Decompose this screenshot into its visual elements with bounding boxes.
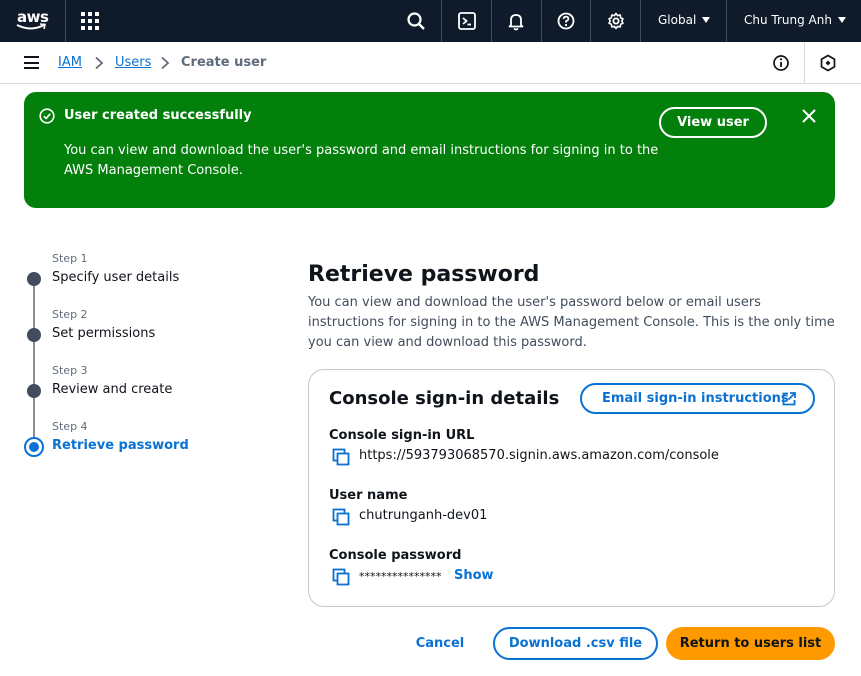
cancel-button[interactable]: Cancel <box>408 628 472 659</box>
email-signin-instructions-button[interactable]: Email sign-in instructions <box>580 383 815 414</box>
account-menu[interactable]: Chu Trung Anh <box>744 13 846 27</box>
step-3-number: Step 3 <box>52 364 88 377</box>
breadcrumb-current: Create user <box>181 55 267 70</box>
step-3-indicator <box>27 384 41 398</box>
signin-url-label: Console sign-in URL <box>329 428 475 443</box>
crumb-divider <box>804 42 805 84</box>
aws-logo[interactable]: aws <box>16 8 50 34</box>
view-user-button[interactable]: View user <box>659 107 767 138</box>
step-3-label[interactable]: Review and create <box>52 382 172 397</box>
copy-icon[interactable] <box>332 448 350 466</box>
step-2-indicator <box>27 328 41 342</box>
step-1-number: Step 1 <box>52 252 88 265</box>
copy-icon[interactable] <box>332 508 350 526</box>
feedback-icon[interactable] <box>818 53 838 73</box>
breadcrumb-bar: IAM Users Create user <box>0 42 861 84</box>
caret-down-icon <box>702 17 711 23</box>
account-name: Chu Trung Anh <box>744 13 832 27</box>
cloudshell-icon[interactable] <box>457 11 477 31</box>
steps-connector <box>33 286 35 456</box>
info-icon[interactable] <box>771 53 791 73</box>
step-2-number: Step 2 <box>52 308 88 321</box>
success-flashbar: User created successfully You can view a… <box>24 92 835 208</box>
wizard-steps: Step 1 Specify user details Step 2 Set p… <box>24 250 264 470</box>
step-2-label[interactable]: Set permissions <box>52 326 155 341</box>
chevron-right-icon <box>95 56 104 70</box>
nav-divider <box>726 0 727 42</box>
password-value: *************** <box>359 570 442 583</box>
nav-divider <box>441 0 442 42</box>
search-icon[interactable] <box>406 11 426 31</box>
show-password-link[interactable]: Show <box>454 568 494 583</box>
close-icon[interactable] <box>801 108 817 124</box>
step-1-label[interactable]: Specify user details <box>52 270 179 285</box>
console-signin-details-card: Console sign-in details Email sign-in in… <box>308 369 835 607</box>
success-check-icon <box>39 108 55 124</box>
step-4-number: Step 4 <box>52 420 88 433</box>
username-label: User name <box>329 488 408 503</box>
password-label: Console password <box>329 548 462 563</box>
nav-divider <box>541 0 542 42</box>
services-grid-icon[interactable] <box>81 12 99 30</box>
breadcrumb-users[interactable]: Users <box>115 55 151 70</box>
copy-icon[interactable] <box>332 568 350 586</box>
flash-title: User created successfully <box>64 108 252 123</box>
step-4-label: Retrieve password <box>52 438 189 453</box>
step-4-indicator <box>24 437 44 457</box>
flash-message: You can view and download the user's pas… <box>64 143 659 178</box>
signin-url-value: https://593793068570.signin.aws.amazon.c… <box>359 448 719 463</box>
external-link-icon <box>782 392 796 406</box>
nav-divider <box>590 0 591 42</box>
region-selector[interactable]: Global <box>658 13 711 27</box>
card-title: Console sign-in details <box>329 388 560 409</box>
return-to-users-list-button[interactable]: Return to users list <box>666 627 835 660</box>
notifications-icon[interactable] <box>506 11 526 31</box>
nav-divider <box>491 0 492 42</box>
step-1-indicator <box>27 272 41 286</box>
page-title: Retrieve password <box>308 262 540 287</box>
nav-divider <box>640 0 641 42</box>
settings-icon[interactable] <box>606 11 626 31</box>
breadcrumb-iam[interactable]: IAM <box>58 55 82 70</box>
top-navigation: aws Global Chu Trung Anh <box>0 0 861 42</box>
caret-down-icon <box>837 17 846 23</box>
email-button-label: Email sign-in instructions <box>602 391 789 406</box>
nav-divider <box>65 0 66 42</box>
page-description: You can view and download the user's pas… <box>308 295 835 350</box>
aws-smile-icon <box>16 23 46 30</box>
username-value: chutrunganh-dev01 <box>359 508 488 523</box>
help-icon[interactable] <box>556 11 576 31</box>
region-label: Global <box>658 13 697 27</box>
download-csv-button[interactable]: Download .csv file <box>493 627 658 660</box>
chevron-right-icon <box>161 56 170 70</box>
menu-icon[interactable] <box>24 56 39 69</box>
